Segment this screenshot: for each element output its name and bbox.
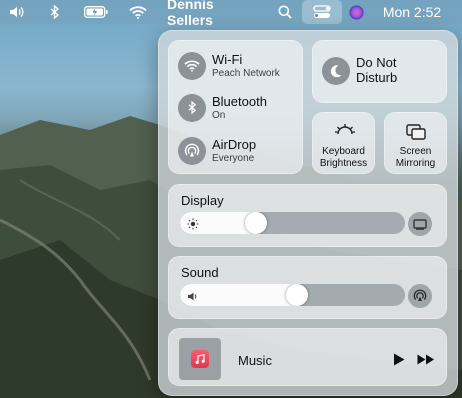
- control-center-icon[interactable]: [302, 0, 342, 24]
- wifi-icon[interactable]: [178, 52, 206, 80]
- do-not-disturb-label: Do Not Disturb: [356, 55, 398, 85]
- airdrop-title: AirDrop: [212, 137, 257, 153]
- bluetooth-title: Bluetooth: [212, 94, 267, 110]
- bluetooth-toggle[interactable]: Bluetooth On: [178, 94, 267, 122]
- music-label: Music: [238, 353, 272, 368]
- sound-title: Sound: [181, 265, 219, 280]
- display-settings-button[interactable]: [408, 212, 432, 236]
- wifi-title: Wi-Fi: [212, 52, 243, 68]
- play-icon[interactable]: [391, 351, 407, 367]
- bluetooth-subtitle: On: [212, 109, 226, 121]
- wifi-icon[interactable]: [128, 0, 148, 24]
- display-brightness-slider[interactable]: [180, 212, 405, 234]
- airdrop-icon[interactable]: [178, 137, 206, 165]
- screen-mirroring-tile[interactable]: Screen Mirroring: [384, 112, 447, 174]
- airdrop-toggle[interactable]: AirDrop Everyone: [178, 137, 256, 165]
- display-title: Display: [181, 193, 224, 208]
- sun-icon: [187, 217, 199, 234]
- screen-mirroring-label: Screen Mirroring: [395, 146, 436, 169]
- control-center-panel: Wi-Fi Peach Network Bluetooth On AirDrop…: [158, 30, 458, 396]
- screen-mirroring-icon: [406, 124, 426, 145]
- menu-bar-clock[interactable]: Mon 2:52: [381, 0, 443, 24]
- search-icon[interactable]: [276, 0, 294, 24]
- display-slider-knob[interactable]: [245, 212, 267, 234]
- battery-icon[interactable]: [83, 0, 109, 24]
- keyboard-brightness-tile[interactable]: Keyboard Brightness: [312, 112, 375, 174]
- menu-bar: Dennis Sellers Mon 2:52: [0, 0, 462, 28]
- volume-slider-knob[interactable]: [286, 284, 308, 306]
- sound-tile: Sound: [168, 256, 447, 319]
- volume-slider[interactable]: [180, 284, 405, 306]
- airdrop-subtitle: Everyone: [212, 152, 255, 164]
- music-app-icon: [191, 350, 209, 368]
- wifi-subtitle: Peach Network: [212, 67, 280, 79]
- bluetooth-icon[interactable]: [178, 94, 206, 122]
- fast-forward-icon[interactable]: [415, 351, 437, 367]
- keyboard-brightness-icon: [334, 123, 356, 142]
- network-tile: Wi-Fi Peach Network Bluetooth On AirDrop…: [168, 40, 303, 174]
- volume-icon: [187, 289, 200, 306]
- album-art[interactable]: [179, 338, 221, 380]
- bluetooth-icon[interactable]: [46, 0, 64, 24]
- airplay-audio-button[interactable]: [408, 284, 432, 308]
- user-name[interactable]: Dennis Sellers: [167, 0, 259, 28]
- moon-icon: [322, 57, 350, 85]
- keyboard-brightness-label: Keyboard Brightness: [319, 146, 368, 169]
- siri-icon[interactable]: [347, 0, 365, 24]
- display-tile: Display: [168, 184, 447, 247]
- music-tile: Music: [168, 328, 447, 386]
- volume-icon[interactable]: [6, 0, 28, 24]
- do-not-disturb-tile[interactable]: Do Not Disturb: [312, 40, 447, 103]
- wifi-toggle[interactable]: Wi-Fi Peach Network: [178, 52, 280, 80]
